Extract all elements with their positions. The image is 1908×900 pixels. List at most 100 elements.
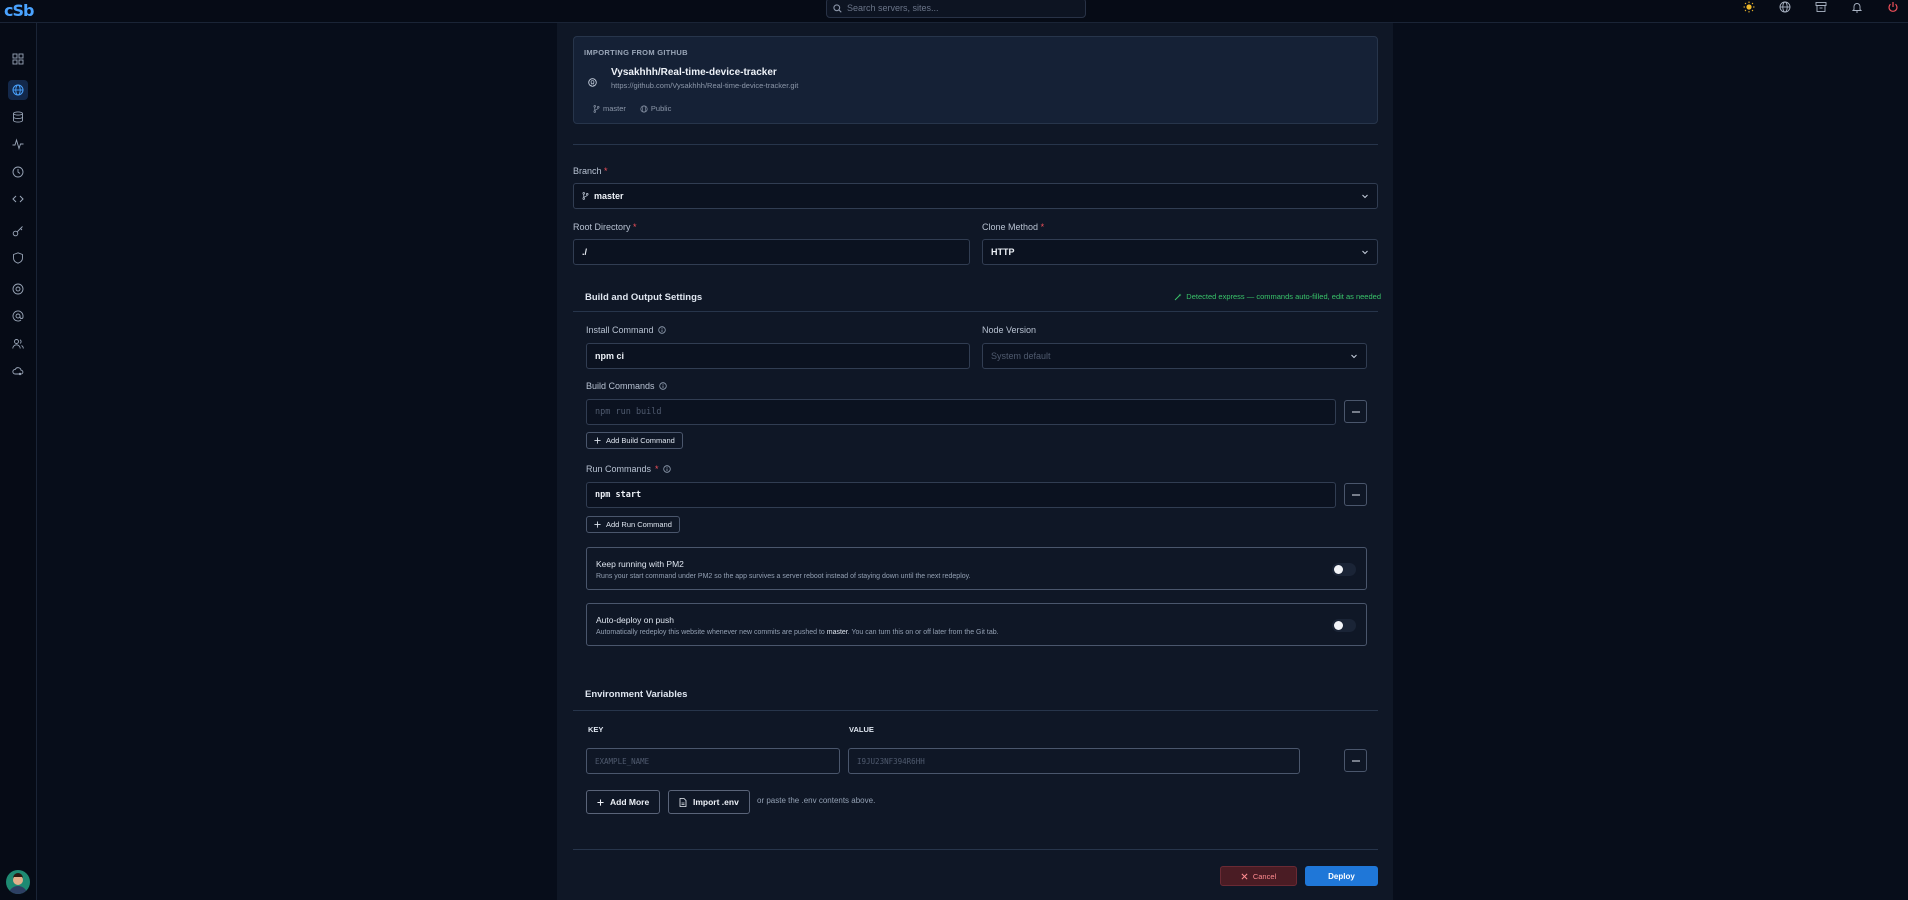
chevron-down-icon <box>1351 354 1357 359</box>
github-icon <box>588 78 597 87</box>
auto-deploy-description: Automatically redeploy this website when… <box>596 629 999 636</box>
sidebar <box>0 23 37 900</box>
auto-deploy-toggle[interactable] <box>1332 619 1356 632</box>
build-command-placeholder: npm run build <box>595 407 662 417</box>
database-icon[interactable] <box>8 107 28 127</box>
deploy-button[interactable]: Deploy <box>1305 866 1378 886</box>
chevron-down-icon <box>1362 250 1368 255</box>
pm2-title: Keep running with PM2 <box>596 559 684 569</box>
bell-icon[interactable] <box>1850 0 1864 14</box>
repo-url[interactable]: https://github.com/Vysakhhh/Real-time-de… <box>611 81 798 90</box>
repo-visibility: Public <box>650 104 672 113</box>
divider <box>573 144 1378 145</box>
shield-icon[interactable] <box>8 248 28 268</box>
deploy-panel: IMPORTING FROM GITHUB Vysakhhh/Real-time… <box>557 23 1393 900</box>
plus-icon <box>594 437 601 444</box>
build-settings-title: Build and Output Settings <box>585 292 703 303</box>
branch-label: Branch * <box>573 166 608 176</box>
node-version-select[interactable]: System default <box>982 343 1367 369</box>
install-command-label: Install Command <box>586 325 666 335</box>
git-branch-icon <box>593 104 600 113</box>
git-branch-icon <box>582 192 589 200</box>
remove-build-command-button[interactable] <box>1344 400 1367 423</box>
users-icon[interactable] <box>8 334 28 354</box>
run-command-input[interactable]: npm start <box>586 482 1336 508</box>
add-build-command-button[interactable]: Add Build Command <box>586 432 683 449</box>
branch-value: master <box>594 191 624 201</box>
close-icon <box>1241 873 1248 879</box>
info-icon[interactable] <box>657 326 666 334</box>
archive-icon[interactable] <box>1814 0 1828 14</box>
avatar[interactable] <box>6 870 30 894</box>
run-command-value: npm start <box>595 490 642 500</box>
sites-icon[interactable] <box>8 80 28 100</box>
cloud-settings-icon[interactable] <box>8 361 28 381</box>
app-logo[interactable]: cSb <box>4 1 36 20</box>
env-paste-hint: or paste the .env contents above. <box>757 796 876 805</box>
minus-icon <box>1351 760 1360 761</box>
divider <box>573 849 1378 850</box>
env-key-header: KEY <box>588 725 604 734</box>
search-input[interactable] <box>847 3 1067 13</box>
import-heading: IMPORTING FROM GITHUB <box>584 48 688 57</box>
globe-small-icon <box>640 104 648 113</box>
import-card: IMPORTING FROM GITHUB Vysakhhh/Real-time… <box>573 36 1378 124</box>
pm2-card: Keep running with PM2 Runs your start co… <box>586 547 1367 590</box>
globe-icon[interactable] <box>1778 0 1792 14</box>
code-icon[interactable] <box>8 189 28 209</box>
plus-icon <box>594 521 601 528</box>
chevron-down-icon <box>1362 194 1368 199</box>
pm2-description: Runs your start command under PM2 so the… <box>596 573 971 580</box>
top-bar: cSb <box>0 0 1908 23</box>
repo-branch: master <box>603 104 626 113</box>
clone-method-label: Clone Method * <box>982 222 1045 232</box>
minus-icon <box>1351 494 1360 495</box>
dashboard-icon[interactable] <box>8 49 28 69</box>
clone-method-value: HTTP <box>991 247 1015 257</box>
repo-name: Vysakhhh/Real-time-device-tracker <box>611 67 777 78</box>
auto-deploy-card: Auto-deploy on push Automatically redepl… <box>586 603 1367 646</box>
root-directory-label: Root Directory * <box>573 222 637 232</box>
search-box[interactable] <box>826 0 1086 18</box>
remove-run-command-button[interactable] <box>1344 483 1367 506</box>
install-command-input[interactable]: npm ci <box>586 343 970 369</box>
add-more-button[interactable]: Add More <box>586 790 661 814</box>
plus-icon <box>597 798 604 806</box>
pm2-toggle[interactable] <box>1332 563 1356 576</box>
detected-badge: Detected express — commands auto-filled,… <box>1174 292 1381 301</box>
clock-icon[interactable] <box>8 162 28 182</box>
divider <box>573 710 1378 711</box>
node-version-label: Node Version <box>982 325 1037 335</box>
run-commands-label: Run Commands * <box>586 464 671 474</box>
root-directory-input[interactable]: ./ <box>573 239 970 265</box>
sun-icon[interactable] <box>1742 0 1756 14</box>
branch-select[interactable]: master <box>573 183 1378 209</box>
support-icon[interactable] <box>8 279 28 299</box>
import-env-button[interactable]: Import .env <box>668 790 750 814</box>
wand-icon <box>1174 293 1182 300</box>
env-key-input[interactable]: EXAMPLE_NAME <box>586 748 840 774</box>
root-directory-value: ./ <box>582 247 588 257</box>
search-icon <box>833 3 842 13</box>
clone-method-select[interactable]: HTTP <box>982 239 1378 265</box>
power-icon[interactable] <box>1886 0 1900 14</box>
node-version-placeholder: System default <box>991 351 1051 361</box>
info-icon[interactable] <box>658 382 667 390</box>
at-icon[interactable] <box>8 306 28 326</box>
minus-icon <box>1351 411 1360 412</box>
env-value-header: VALUE <box>849 725 874 734</box>
activity-icon[interactable] <box>8 134 28 154</box>
cancel-button[interactable]: Cancel <box>1220 866 1297 886</box>
install-command-value: npm ci <box>595 351 625 361</box>
info-icon[interactable] <box>662 465 671 473</box>
repo-meta: master Public <box>593 104 671 113</box>
divider <box>573 311 1378 312</box>
build-commands-label: Build Commands <box>586 381 667 391</box>
file-icon <box>679 797 687 807</box>
remove-env-button[interactable] <box>1344 749 1367 772</box>
auto-deploy-title: Auto-deploy on push <box>596 615 674 625</box>
build-command-input[interactable]: npm run build <box>586 399 1336 425</box>
add-run-command-button[interactable]: Add Run Command <box>586 516 680 533</box>
env-value-input[interactable]: I9JU23NF394R6HH <box>848 748 1300 774</box>
key-icon[interactable] <box>8 221 28 241</box>
